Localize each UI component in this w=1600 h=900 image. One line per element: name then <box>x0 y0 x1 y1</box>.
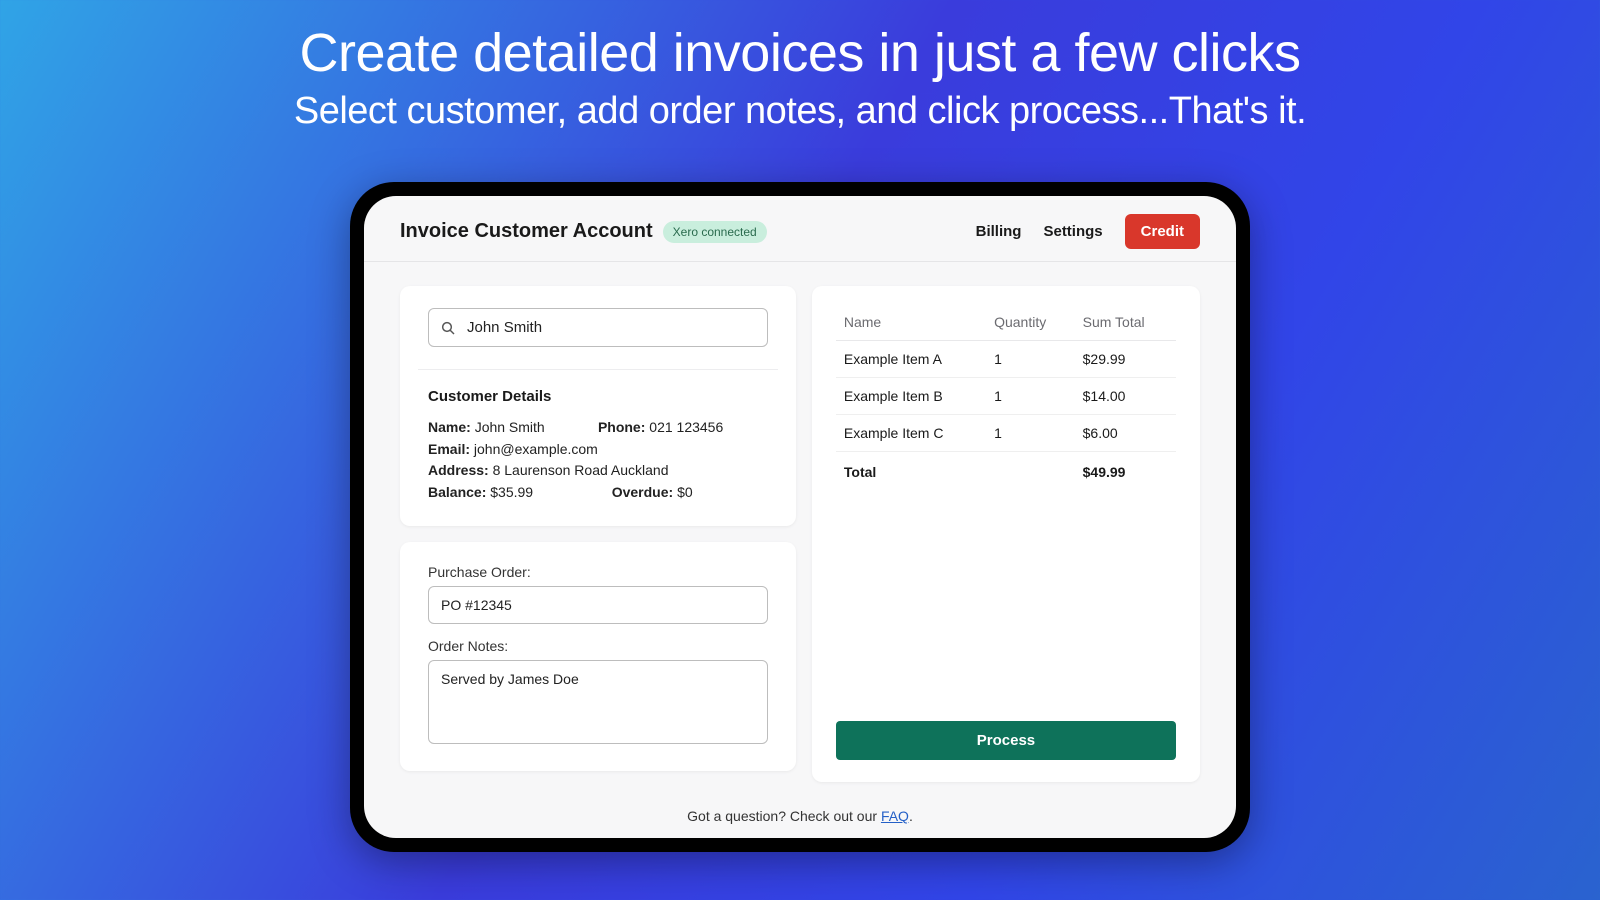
footer-suffix: . <box>909 808 913 824</box>
order-notes-input[interactable]: Served by James Doe <box>428 660 768 744</box>
customer-card: Customer Details Name: John Smith Phone:… <box>400 286 796 526</box>
line-items-card: Name Quantity Sum Total Example Item A 1… <box>812 286 1200 782</box>
cell-qty: 1 <box>986 415 1075 452</box>
label-balance: Balance: <box>428 484 486 500</box>
label-name: Name: <box>428 419 471 435</box>
value-name: John Smith <box>475 419 545 435</box>
col-qty: Quantity <box>986 304 1075 341</box>
footer: Got a question? Check out our FAQ. <box>364 808 1236 824</box>
connection-status-badge: Xero connected <box>663 221 767 243</box>
label-phone: Phone: <box>598 419 645 435</box>
total-row: Total $49.99 <box>836 452 1176 491</box>
faq-link[interactable]: FAQ <box>881 808 909 824</box>
customer-details-heading: Customer Details <box>428 388 768 405</box>
tablet-frame: Invoice Customer Account Xero connected … <box>350 182 1250 852</box>
label-address: Address: <box>428 462 489 478</box>
nav-settings[interactable]: Settings <box>1043 223 1102 240</box>
label-email: Email: <box>428 441 470 457</box>
po-label: Purchase Order: <box>428 564 768 580</box>
cell-sum: $14.00 <box>1075 378 1176 415</box>
app-screen: Invoice Customer Account Xero connected … <box>364 196 1236 838</box>
process-button[interactable]: Process <box>836 721 1176 760</box>
table-row: Example Item A 1 $29.99 <box>836 341 1176 378</box>
hero-title: Create detailed invoices in just a few c… <box>0 22 1600 84</box>
label-overdue: Overdue: <box>612 484 673 500</box>
nav-billing[interactable]: Billing <box>976 223 1022 240</box>
credit-button[interactable]: Credit <box>1125 214 1200 249</box>
cell-sum: $29.99 <box>1075 341 1176 378</box>
page-title: Invoice Customer Account <box>400 220 653 243</box>
line-items-table: Name Quantity Sum Total Example Item A 1… <box>836 304 1176 490</box>
search-icon <box>440 320 456 336</box>
col-name: Name <box>836 304 986 341</box>
cell-name: Example Item C <box>836 415 986 452</box>
value-address: 8 Laurenson Road Auckland <box>493 462 669 478</box>
customer-details: Name: John Smith Phone: 021 123456 Email… <box>428 417 768 504</box>
purchase-order-input[interactable] <box>428 586 768 624</box>
total-label: Total <box>836 452 986 491</box>
col-sum: Sum Total <box>1075 304 1176 341</box>
cell-qty: 1 <box>986 341 1075 378</box>
value-phone: 021 123456 <box>649 419 723 435</box>
footer-text: Got a question? Check out our <box>687 808 881 824</box>
divider <box>418 369 778 370</box>
top-bar: Invoice Customer Account Xero connected … <box>364 196 1236 262</box>
value-overdue: $0 <box>677 484 693 500</box>
customer-search-input[interactable] <box>428 308 768 347</box>
content-area: Customer Details Name: John Smith Phone:… <box>364 262 1236 794</box>
notes-label: Order Notes: <box>428 638 768 654</box>
table-row: Example Item B 1 $14.00 <box>836 378 1176 415</box>
cell-qty: 1 <box>986 378 1075 415</box>
value-balance: $35.99 <box>490 484 533 500</box>
order-form-card: Purchase Order: Order Notes: Served by J… <box>400 542 796 771</box>
cell-sum: $6.00 <box>1075 415 1176 452</box>
hero-subtitle: Select customer, add order notes, and cl… <box>0 90 1600 133</box>
table-row: Example Item C 1 $6.00 <box>836 415 1176 452</box>
cell-name: Example Item A <box>836 341 986 378</box>
value-email: john@example.com <box>474 441 598 457</box>
cell-name: Example Item B <box>836 378 986 415</box>
total-value: $49.99 <box>1075 452 1176 491</box>
